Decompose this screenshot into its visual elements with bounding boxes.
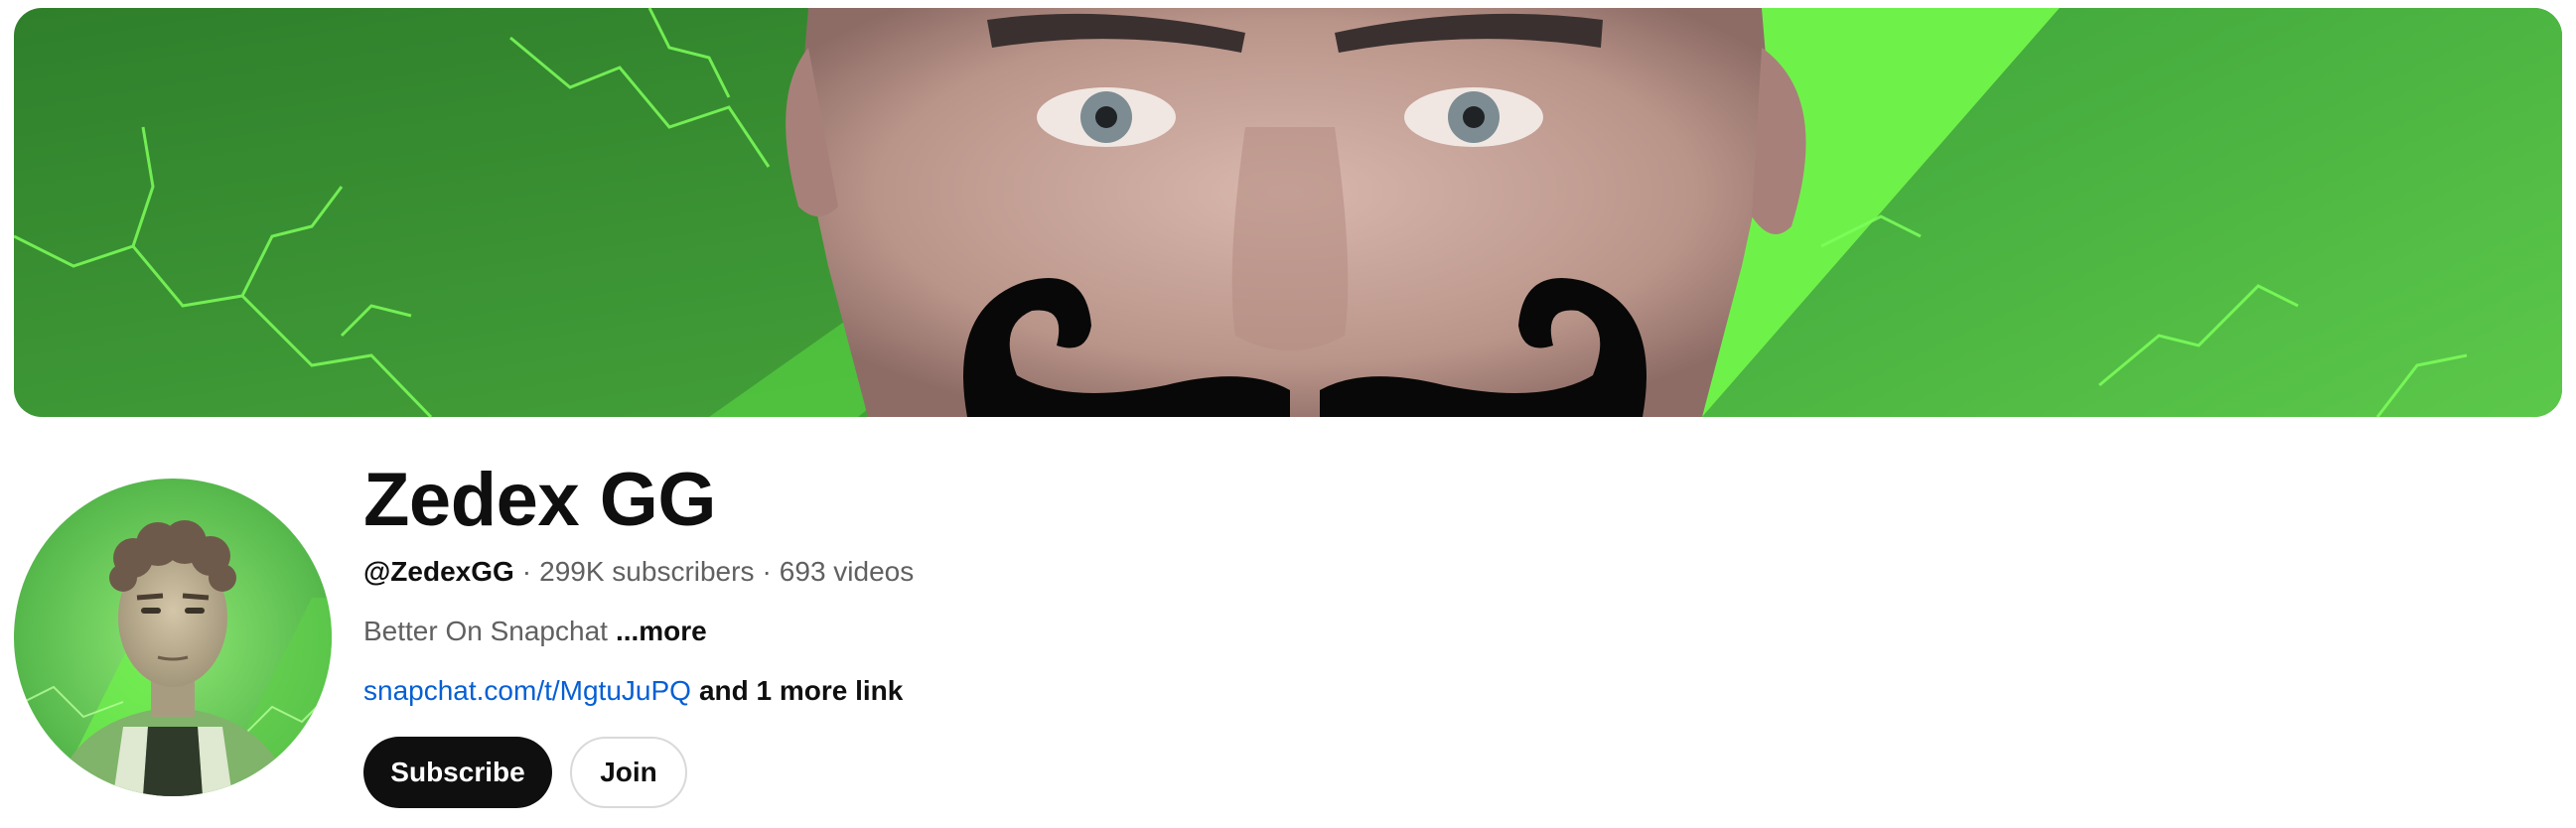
video-count: 693 videos <box>779 556 915 587</box>
channel-description[interactable]: Better On Snapchat ...more <box>363 616 707 647</box>
channel-actions: Subscribe Join <box>363 737 687 808</box>
channel-external-link[interactable]: snapchat.com/t/MgtuJuPQ <box>363 675 691 706</box>
description-more-link[interactable]: ...more <box>616 616 707 646</box>
subscriber-count: 299K subscribers <box>539 556 755 587</box>
avatar-art <box>14 479 332 796</box>
channel-meta: @ZedexGG · 299K subscribers · 693 videos <box>363 556 914 588</box>
channel-links: snapchat.com/t/MgtuJuPQ and 1 more link <box>363 675 903 707</box>
channel-handle[interactable]: @ZedexGG <box>363 556 514 587</box>
subscribe-button[interactable]: Subscribe <box>363 737 552 808</box>
more-links-button[interactable]: and 1 more link <box>699 675 903 706</box>
channel-page: Zedex GG @ZedexGG · 299K subscribers · 693 v… <box>0 0 2576 828</box>
banner-art <box>14 8 2562 417</box>
meta-separator: · <box>762 556 772 587</box>
description-text: Better On Snapchat <box>363 616 608 646</box>
meta-separator: · <box>521 556 532 587</box>
channel-avatar[interactable] <box>14 479 332 796</box>
channel-title: Zedex GG <box>363 458 717 542</box>
join-button[interactable]: Join <box>570 737 687 808</box>
channel-banner <box>14 8 2562 417</box>
